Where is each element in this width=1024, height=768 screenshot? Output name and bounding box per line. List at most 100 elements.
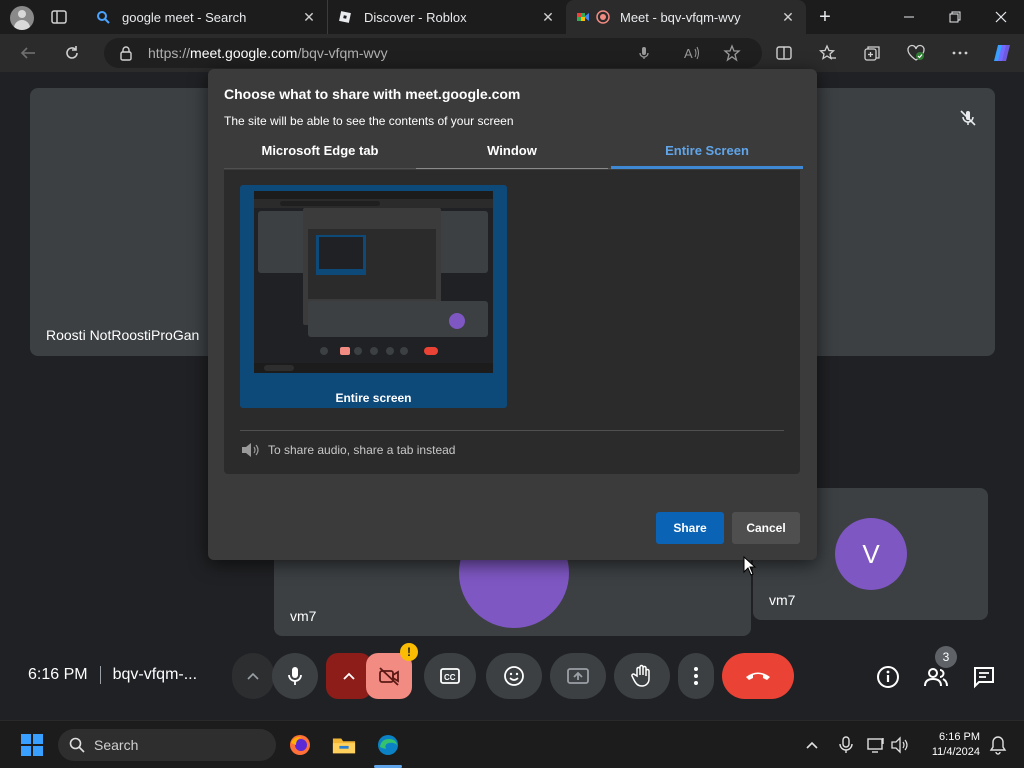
- tab-search[interactable]: google meet - Search ✕: [86, 0, 328, 34]
- leave-call-button[interactable]: [722, 653, 794, 699]
- windows-start-icon[interactable]: [20, 733, 44, 757]
- emoji-icon: [504, 666, 524, 686]
- source-label: Entire screen: [335, 391, 412, 405]
- camera-off-button[interactable]: !: [366, 643, 418, 699]
- tab-edge-tab[interactable]: Microsoft Edge tab: [224, 139, 416, 169]
- tab-title: Discover - Roblox: [364, 9, 467, 25]
- tab-entire-screen[interactable]: Entire Screen: [611, 139, 803, 169]
- collections-icon[interactable]: [862, 43, 882, 63]
- meet-control-bar: 6:16 PM bqv-vfqm-... ! CC 3: [0, 643, 1024, 720]
- participant-name: Roosti NotRoostiProGan: [46, 327, 200, 343]
- firefox-icon[interactable]: [288, 733, 312, 757]
- meeting-details-icon[interactable]: [875, 664, 901, 690]
- reactions-button[interactable]: [486, 653, 542, 699]
- entire-screen-option[interactable]: Entire screen: [240, 185, 507, 408]
- more-vert-icon: [694, 667, 698, 685]
- hang-up-icon: [746, 672, 770, 680]
- share-button[interactable]: Share: [656, 512, 724, 544]
- microphone-icon: [288, 667, 302, 685]
- svg-text:CC: CC: [444, 673, 456, 682]
- taskbar-search[interactable]: Search: [58, 729, 276, 761]
- roblox-icon: [338, 10, 352, 24]
- camera-off-icon: [379, 667, 399, 686]
- meeting-code: bqv-vfqm-...: [112, 666, 198, 684]
- bing-search-icon: [96, 10, 110, 24]
- url-text[interactable]: https://meet.google.com/bqv-vfqm-wvy: [148, 45, 388, 61]
- lock-icon[interactable]: [118, 45, 134, 61]
- meeting-time: 6:16 PM: [28, 666, 88, 684]
- clock-time: 6:16 PM: [939, 731, 980, 743]
- microphone-icon[interactable]: [634, 43, 654, 63]
- tab-window[interactable]: Window: [416, 139, 608, 169]
- tab-title: google meet - Search: [122, 9, 247, 25]
- chat-icon[interactable]: [971, 664, 997, 690]
- refresh-icon[interactable]: [62, 43, 82, 63]
- svg-text:A: A: [684, 46, 693, 61]
- recording-icon: [596, 10, 610, 24]
- system-clock[interactable]: 6:16 PM 11/4/2024: [932, 730, 980, 760]
- favorite-star-icon[interactable]: [722, 43, 742, 63]
- profile-avatar[interactable]: [10, 6, 34, 30]
- captions-icon: CC: [440, 668, 460, 684]
- mouse-cursor-icon: [743, 555, 757, 576]
- favorites-icon[interactable]: [818, 43, 838, 63]
- participant-count-badge: 3: [935, 646, 957, 668]
- file-explorer-icon[interactable]: [332, 733, 356, 757]
- restore-icon[interactable]: [932, 0, 978, 34]
- network-icon[interactable]: [864, 733, 888, 757]
- edge-icon[interactable]: [376, 733, 400, 757]
- back-icon[interactable]: [18, 43, 38, 63]
- cancel-button[interactable]: Cancel: [732, 512, 800, 544]
- audio-note-row: To share audio, share a tab instead: [240, 441, 455, 459]
- audio-note-text: To share audio, share a tab instead: [268, 443, 456, 457]
- more-options-button[interactable]: [678, 653, 714, 699]
- screen: google meet - Search ✕ Discover - Roblox…: [0, 0, 1024, 768]
- browser-essentials-icon[interactable]: [906, 43, 926, 63]
- google-meet-icon: [576, 10, 590, 24]
- minimize-icon[interactable]: [886, 0, 932, 34]
- browser-tab-strip: google meet - Search ✕ Discover - Roblox…: [0, 0, 1024, 34]
- microphone-in-use-icon[interactable]: [834, 733, 858, 757]
- clock-date: 11/4/2024: [931, 746, 980, 758]
- tab-roblox[interactable]: Discover - Roblox ✕: [328, 0, 566, 34]
- tab-title: Meet - bqv-vfqm-wvy: [620, 9, 741, 25]
- close-tab-icon[interactable]: ✕: [780, 9, 796, 25]
- divider: [240, 430, 784, 431]
- address-bar[interactable]: https://meet.google.com/bqv-vfqm-wvy A: [104, 38, 762, 68]
- muted-mic-icon: [958, 108, 978, 128]
- copilot-icon[interactable]: [990, 41, 1014, 65]
- taskbar-search-label: Search: [94, 737, 139, 753]
- volume-icon[interactable]: [888, 733, 912, 757]
- captions-button[interactable]: CC: [424, 653, 476, 699]
- split-screen-icon[interactable]: [774, 43, 794, 63]
- search-icon: [68, 736, 86, 759]
- share-source-panel: Entire screen To share audio, share a ta…: [224, 170, 800, 474]
- dialog-subtitle: The site will be able to see the content…: [224, 114, 514, 128]
- screen-thumbnail: [254, 191, 493, 373]
- more-options-icon[interactable]: [950, 43, 970, 63]
- close-tab-icon[interactable]: ✕: [540, 9, 556, 25]
- microphone-button[interactable]: [272, 653, 318, 699]
- avatar: V: [835, 518, 907, 590]
- raise-hand-button[interactable]: [614, 653, 670, 699]
- speaker-icon: [240, 441, 260, 459]
- notifications-bell-icon[interactable]: [986, 733, 1010, 757]
- show-hidden-icons-icon[interactable]: [800, 733, 824, 757]
- url-scheme: https://: [148, 45, 191, 61]
- read-aloud-icon[interactable]: A: [682, 43, 702, 63]
- browser-toolbar: https://meet.google.com/bqv-vfqm-wvy A: [0, 34, 1024, 72]
- close-window-icon[interactable]: [978, 0, 1024, 34]
- present-icon: [567, 668, 589, 684]
- camera-warning-badge: !: [400, 643, 418, 661]
- tab-actions-icon[interactable]: [50, 8, 68, 26]
- participant-name: vm7: [290, 608, 317, 624]
- audio-options-button[interactable]: [232, 653, 274, 699]
- windows-taskbar: Search 6:16 PM 11/4/2024: [0, 720, 1024, 768]
- participant-name: vm7: [769, 592, 796, 608]
- new-tab-icon[interactable]: +: [814, 7, 836, 29]
- present-screen-button[interactable]: [550, 653, 606, 699]
- hand-icon: [631, 664, 650, 687]
- tab-meet[interactable]: Meet - bqv-vfqm-wvy ✕: [566, 0, 806, 34]
- url-host: meet.google.com: [190, 45, 298, 61]
- close-tab-icon[interactable]: ✕: [301, 9, 317, 25]
